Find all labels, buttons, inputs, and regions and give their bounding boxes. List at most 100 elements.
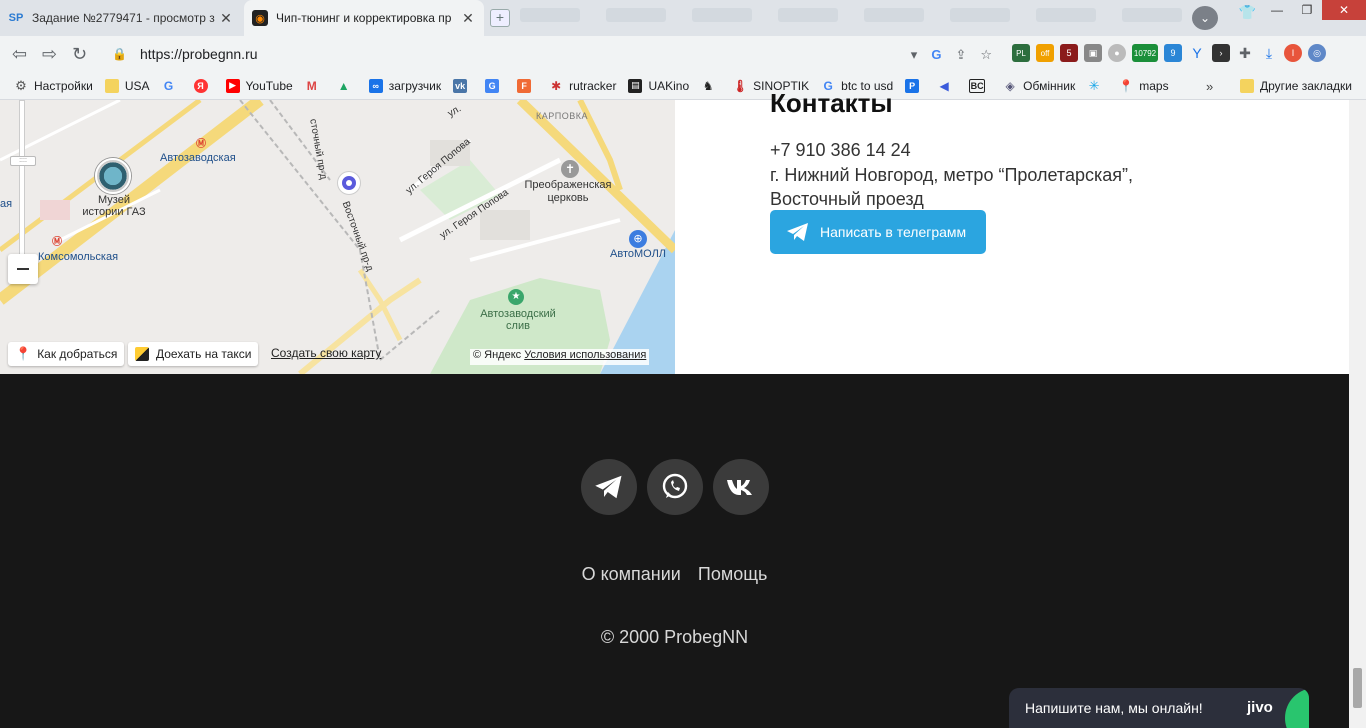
yandex-map[interactable]: :::: Ⓜ Автозаводская Музей истории ГАЗ Ⓜ… [0, 100, 675, 374]
ext-nine-icon[interactable]: 9 [1164, 44, 1182, 62]
page-scrollbar[interactable] [1349, 100, 1366, 728]
bookmark-usa[interactable]: USA [104, 78, 150, 93]
google-icon: G [163, 78, 174, 93]
telegram-social-link[interactable] [581, 459, 637, 515]
bookmark-star[interactable]: ✳ [1087, 77, 1107, 93]
reload-icon[interactable]: ↻ [72, 44, 87, 65]
route-button[interactable]: 📍 Как добраться [8, 342, 125, 366]
extensions-bar: PL off 5 ▣ ● 10792 9 Y › ✚ ⤓ I ◎ [1012, 44, 1326, 62]
address-bar[interactable]: 🔒 https://probegnn.ru ▾ G ⇪ ☆ [102, 40, 1002, 68]
menu-globe-icon[interactable]: ◎ [1308, 44, 1326, 62]
url-text[interactable]: https://probegnn.ru [140, 46, 1002, 62]
extensions-puzzle-icon[interactable]: ✚ [1236, 44, 1254, 62]
bookmarks-overflow-icon[interactable]: » [1206, 79, 1213, 94]
bookmark-label: rutracker [569, 78, 617, 93]
zoom-handle[interactable]: :::: [10, 156, 36, 166]
google-icon[interactable]: G [931, 47, 941, 63]
create-map-link[interactable]: Создать свою карту [271, 346, 381, 360]
tab-search-icon[interactable]: ⌄ [1192, 6, 1218, 30]
tab-probegnn[interactable]: ◉ Чип-тюнинг и корректировка пр ✕ [244, 0, 484, 36]
p-icon: P [905, 78, 920, 93]
tab-placeholder[interactable] [1036, 8, 1096, 22]
bookmark-p[interactable]: P [905, 78, 925, 93]
bookmark-label: USA [124, 78, 150, 93]
bookmark-rutracker[interactable]: ✱ rutracker [549, 79, 616, 93]
tab-title: Задание №2779471 - просмотр з [32, 11, 215, 25]
map-location-pin[interactable] [338, 172, 360, 194]
close-window-icon[interactable]: ✕ [1322, 0, 1366, 20]
tab-placeholder[interactable] [520, 8, 580, 22]
share-icon[interactable]: ⇪ [955, 47, 966, 63]
tab-placeholder[interactable] [692, 8, 752, 22]
bookmark-uakino[interactable]: ▤ UAKino [628, 78, 689, 93]
whatsapp-social-link[interactable] [647, 459, 703, 515]
minimize-icon[interactable]: — [1262, 0, 1292, 20]
ext-circle-icon[interactable]: ● [1108, 44, 1126, 62]
gear-icon: ⚙ [15, 77, 27, 93]
tab-placeholder[interactable] [1122, 8, 1182, 22]
bookmark-maps[interactable]: 📍 maps [1119, 79, 1169, 93]
contact-phone[interactable]: +7 910 386 14 24 [770, 140, 911, 161]
minus-icon [17, 268, 29, 270]
close-tab-icon[interactable]: ✕ [460, 10, 476, 27]
yandex-icon: Я [193, 78, 208, 93]
bookmark-yandex[interactable]: Я [193, 78, 214, 93]
bookmark-google[interactable]: G [162, 79, 182, 93]
zoom-slider[interactable] [19, 100, 25, 260]
bookmark-zagruzchik[interactable]: ∞ загрузчик [368, 78, 441, 93]
bookmark-chess[interactable]: ♞ [701, 79, 721, 93]
ext-five-icon[interactable]: 5 [1060, 44, 1078, 62]
bookmarks-bar: ⚙ Настройки USA G Я ▶ YouTube M ▲ ∞ загрузч… [0, 72, 1366, 100]
zoom-out-button[interactable] [8, 254, 38, 284]
mall-icon[interactable]: ⊕ [629, 230, 647, 248]
tab-placeholder[interactable] [864, 8, 924, 22]
bookmark-vk[interactable]: vk [453, 78, 473, 93]
lock-icon[interactable]: 🔒 [112, 47, 127, 61]
profile-avatar[interactable]: I [1284, 44, 1302, 62]
terms-link[interactable]: Условия использования [524, 349, 646, 361]
close-tab-icon[interactable]: ✕ [218, 10, 234, 27]
other-bookmarks[interactable]: Другие закладки [1240, 79, 1352, 93]
ext-briefcase-icon[interactable]: ▣ [1084, 44, 1102, 62]
jivo-chat-widget[interactable]: Напишите нам, мы онлайн! jivo [1009, 688, 1309, 728]
bookmark-drive[interactable]: ▲ [337, 79, 357, 93]
tab-task[interactable]: SP Задание №2779471 - просмотр з ✕ [0, 0, 242, 36]
telegram-write-button[interactable]: Написать в телеграмм [770, 210, 986, 254]
bookmark-obminnik[interactable]: ◈ Обмінник [1003, 79, 1076, 93]
museum-icon[interactable] [95, 158, 131, 194]
tab-placeholder[interactable] [950, 8, 1010, 22]
ext-pl-icon[interactable]: PL [1012, 44, 1030, 62]
forward-icon[interactable]: ⇨ [42, 44, 57, 65]
scrollbar-thumb[interactable] [1353, 668, 1362, 708]
bookmark-bc[interactable]: BC [969, 78, 991, 93]
bookmark-star-icon[interactable]: ☆ [980, 47, 992, 63]
ext-terminal-icon[interactable]: › [1212, 44, 1230, 62]
bookmark-youtube[interactable]: ▶ YouTube [225, 78, 293, 93]
maximize-icon[interactable]: ❐ [1292, 0, 1322, 20]
taxi-button[interactable]: Доехать на такси [128, 342, 259, 366]
dropdown-icon[interactable]: ▾ [911, 47, 918, 63]
church-icon[interactable]: ✝ [561, 160, 579, 178]
shirt-icon[interactable]: 👕 [1239, 4, 1256, 21]
bookmark-gmail[interactable]: M [305, 79, 325, 93]
ext-off-icon[interactable]: off [1036, 44, 1054, 62]
bookmark-settings[interactable]: ⚙ Настройки [14, 77, 93, 93]
bookmark-f[interactable]: F [517, 78, 537, 93]
back-icon[interactable]: ⇦ [12, 44, 27, 65]
tab-placeholder[interactable] [778, 8, 838, 22]
tab-placeholder[interactable] [606, 8, 666, 22]
star-icon: ✳ [1088, 77, 1100, 93]
download-icon[interactable]: ⤓ [1260, 44, 1278, 62]
footer-link-about[interactable]: О компании [582, 564, 681, 584]
taxi-icon [135, 347, 149, 361]
bookmark-translate[interactable]: G [485, 78, 505, 93]
ext-y-icon[interactable]: Y [1188, 44, 1206, 62]
browser-toolbar: ⇦ ⇨ ↻ 🔒 https://probegnn.ru ▾ G ⇪ ☆ PL o… [0, 36, 1366, 72]
rutracker-icon: ✱ [551, 78, 562, 93]
ext-counter-icon[interactable]: 10792 [1132, 44, 1158, 62]
footer-link-help[interactable]: Помощь [698, 564, 768, 584]
park-star-icon[interactable]: ★ [508, 289, 524, 305]
new-tab-button[interactable]: + [490, 9, 510, 27]
vk-social-link[interactable] [713, 459, 769, 515]
bookmark-arrow[interactable]: ◀ [937, 79, 957, 93]
